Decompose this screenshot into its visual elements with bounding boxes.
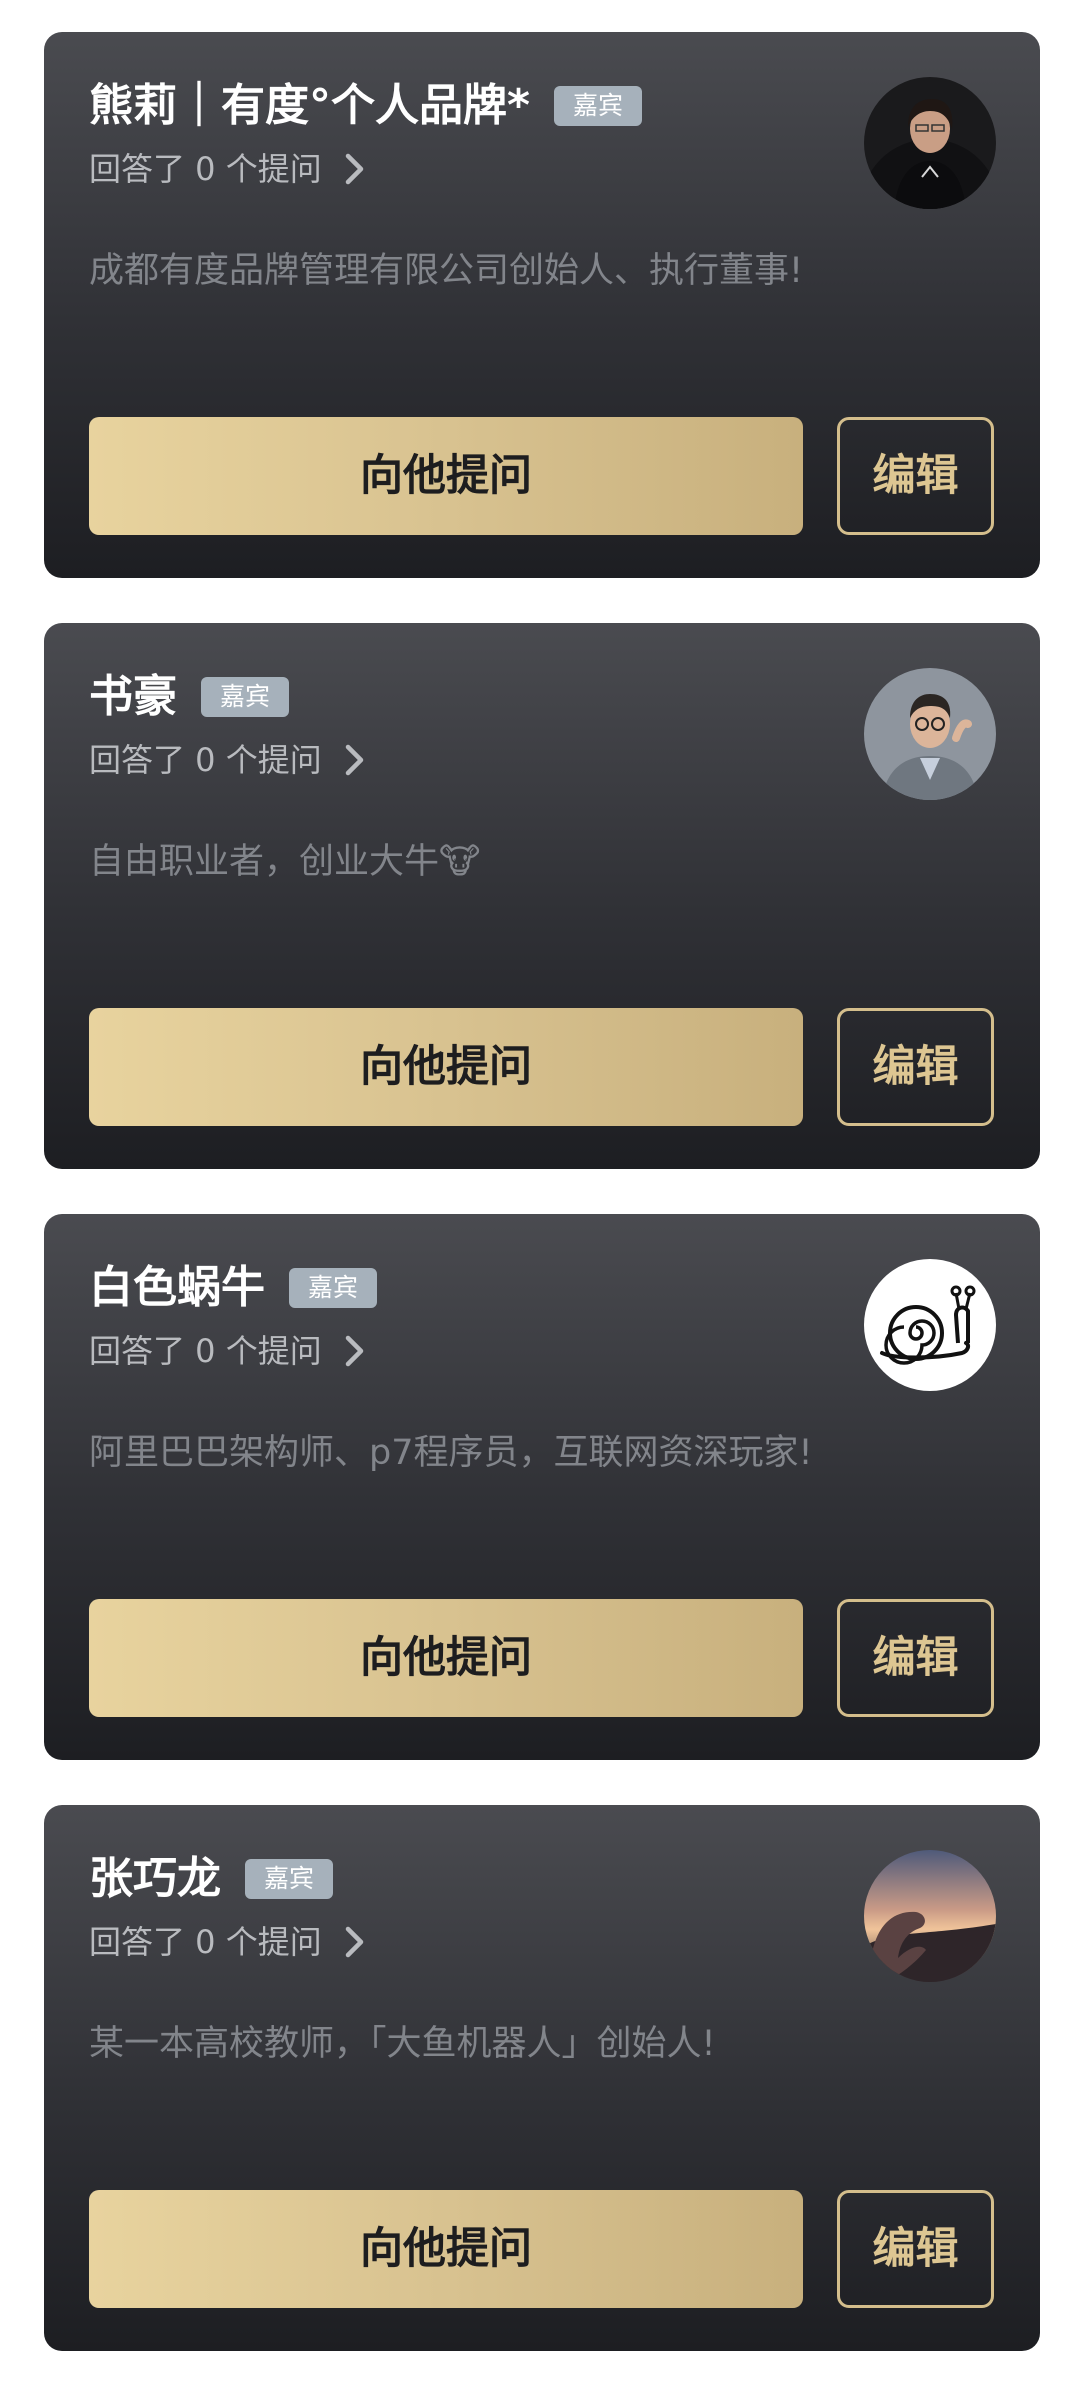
answers-link[interactable]: 回答了 0 个提问 — [89, 147, 372, 191]
edit-button[interactable]: 编辑 — [837, 417, 994, 535]
guest-header: 白色蜗牛 嘉宾 — [89, 1260, 378, 1316]
answers-count: 回答了 0 个提问 — [89, 1332, 322, 1370]
guest-card[interactable]: 张巧龙 嘉宾 回答了 0 个提问 某一本高校教师，「大鱼机器人」创始人! 向他提… — [44, 1805, 1040, 2351]
answers-count: 回答了 0 个提问 — [89, 741, 322, 779]
avatar[interactable] — [864, 77, 996, 209]
guest-badge: 嘉宾 — [289, 1268, 378, 1308]
guest-name: 张巧龙 — [89, 1853, 221, 1904]
answers-link[interactable]: 回答了 0 个提问 — [89, 1920, 372, 1964]
ask-question-button[interactable]: 向他提问 — [89, 417, 803, 535]
answers-count: 回答了 0 个提问 — [89, 1923, 322, 1961]
guest-header: 张巧龙 嘉宾 — [89, 1851, 334, 1907]
ask-question-button[interactable]: 向他提问 — [89, 2190, 803, 2308]
guest-description: 阿里巴巴架构师、p7程序员，互联网资深玩家! — [89, 1433, 813, 1473]
answers-count: 回答了 0 个提问 — [89, 150, 322, 188]
chevron-right-icon — [336, 1333, 372, 1369]
guest-badge: 嘉宾 — [201, 677, 290, 717]
guest-badge: 嘉宾 — [554, 86, 643, 126]
guest-card[interactable]: 熊莉｜有度°个人品牌* 嘉宾 回答了 0 个提问 成都有度品牌管理有限公司创始人… — [44, 32, 1040, 578]
guest-name: 白色蜗牛 — [89, 1262, 265, 1313]
ask-question-button[interactable]: 向他提问 — [89, 1008, 803, 1126]
edit-button[interactable]: 编辑 — [837, 2190, 994, 2308]
guest-card[interactable]: 白色蜗牛 嘉宾 回答了 0 个提问 阿里巴巴架构师、p7程序员，互联网资深玩家! — [44, 1214, 1040, 1760]
chevron-right-icon — [336, 1924, 372, 1960]
guest-badge: 嘉宾 — [245, 1859, 334, 1899]
avatar[interactable] — [864, 668, 996, 800]
edit-button[interactable]: 编辑 — [837, 1008, 994, 1126]
chevron-right-icon — [336, 742, 372, 778]
edit-button[interactable]: 编辑 — [837, 1599, 994, 1717]
avatar[interactable] — [864, 1259, 996, 1391]
avatar[interactable] — [864, 1850, 996, 1982]
ask-question-button[interactable]: 向他提问 — [89, 1599, 803, 1717]
guest-header: 书豪 嘉宾 — [89, 669, 290, 725]
snail-icon — [864, 1259, 996, 1391]
answers-link[interactable]: 回答了 0 个提问 — [89, 738, 372, 782]
guest-list: 熊莉｜有度°个人品牌* 嘉宾 回答了 0 个提问 成都有度品牌管理有限公司创始人… — [0, 0, 1080, 2395]
chevron-right-icon — [336, 151, 372, 187]
guest-card[interactable]: 书豪 嘉宾 回答了 0 个提问 自由职业者，创业大牛🐮 向他提问 编辑 — [44, 623, 1040, 1169]
guest-name: 书豪 — [89, 671, 177, 722]
guest-description: 某一本高校教师，「大鱼机器人」创始人! — [89, 2024, 716, 2064]
answers-link[interactable]: 回答了 0 个提问 — [89, 1329, 372, 1373]
guest-description: 自由职业者，创业大牛🐮 — [89, 842, 481, 882]
guest-description: 成都有度品牌管理有限公司创始人、执行董事! — [89, 251, 804, 291]
guest-name: 熊莉｜有度°个人品牌* — [89, 80, 531, 131]
guest-header: 熊莉｜有度°个人品牌* 嘉宾 — [89, 78, 643, 134]
